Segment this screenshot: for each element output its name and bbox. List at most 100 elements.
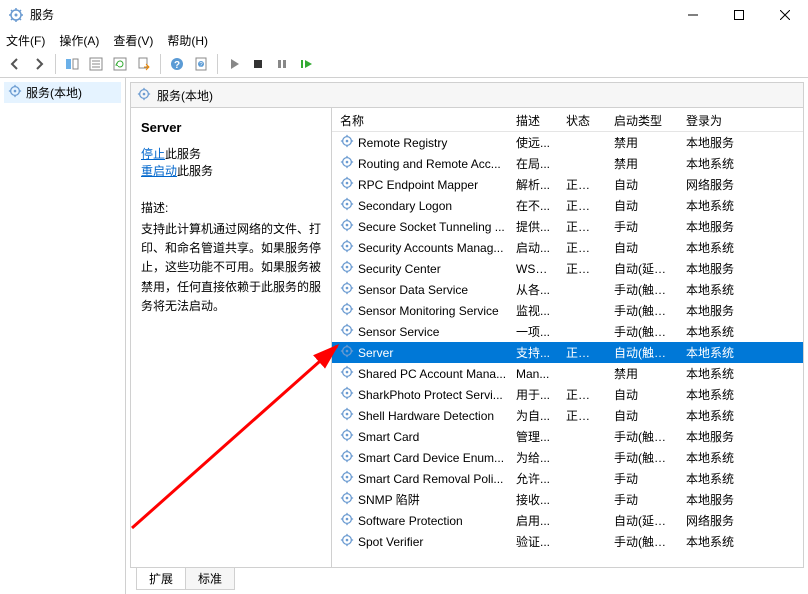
service-name: Security Accounts Manag... <box>358 241 503 255</box>
service-row[interactable]: Shell Hardware Detection为自...正在...自动本地系统 <box>332 405 803 426</box>
tab-standard[interactable]: 标准 <box>185 568 235 590</box>
restart-service-button[interactable] <box>295 53 317 75</box>
start-service-button[interactable] <box>223 53 245 75</box>
service-row[interactable]: Secondary Logon在不...正在...自动本地系统 <box>332 195 803 216</box>
service-desc: Man... <box>508 367 558 381</box>
main-area: 服务(本地) 服务(本地) Server 停止此服务 重启动此服务 描述: 支持… <box>0 78 808 594</box>
service-row[interactable]: Security CenterWSC...正在...自动(延迟...本地服务 <box>332 258 803 279</box>
service-startup: 禁用 <box>606 365 678 382</box>
col-startup[interactable]: 启动类型 <box>606 108 678 131</box>
service-startup: 自动 <box>606 176 678 193</box>
separator <box>55 54 56 74</box>
service-startup: 禁用 <box>606 155 678 172</box>
service-logon: 本地系统 <box>678 155 748 172</box>
service-row[interactable]: Smart Card Device Enum...为给...手动(触发...本地… <box>332 447 803 468</box>
gear-icon <box>340 281 354 298</box>
service-logon: 网络服务 <box>678 512 748 529</box>
service-desc: 提供... <box>508 218 558 235</box>
gear-icon <box>340 512 354 529</box>
service-desc: 验证... <box>508 533 558 550</box>
service-desc: 监视... <box>508 302 558 319</box>
back-button[interactable] <box>4 53 26 75</box>
tree-root-services[interactable]: 服务(本地) <box>4 82 121 103</box>
service-logon: 本地服务 <box>678 302 748 319</box>
col-logon[interactable]: 登录为 <box>678 108 748 131</box>
service-row[interactable]: Sensor Monitoring Service监视...手动(触发...本地… <box>332 300 803 321</box>
service-logon: 本地系统 <box>678 407 748 424</box>
close-button[interactable] <box>762 0 808 30</box>
help-topics-button[interactable]: ? <box>190 53 212 75</box>
export-button[interactable] <box>133 53 155 75</box>
service-row[interactable]: Sensor Service 一项... 手动(触发...本地系统 <box>332 321 803 342</box>
description-label: 描述: <box>141 199 321 216</box>
service-row[interactable]: Routing and Remote Acc...在局...禁用本地系统 <box>332 153 803 174</box>
menu-view[interactable]: 查看(V) <box>113 32 153 49</box>
gear-icon <box>8 84 22 101</box>
service-logon: 本地系统 <box>678 344 748 361</box>
service-name: Secondary Logon <box>358 199 452 213</box>
service-desc: 一项... <box>508 323 558 340</box>
pane-body: Server 停止此服务 重启动此服务 描述: 支持此计算机通过网络的文件、打印… <box>130 108 804 568</box>
service-logon: 本地系统 <box>678 386 748 403</box>
service-row[interactable]: Security Accounts Manag...启动...正在...自动本地… <box>332 237 803 258</box>
service-name: Shell Hardware Detection <box>358 409 494 423</box>
stop-service-button[interactable] <box>247 53 269 75</box>
tab-extended[interactable]: 扩展 <box>136 568 186 590</box>
gear-icon <box>340 386 354 403</box>
refresh-button[interactable] <box>109 53 131 75</box>
service-row[interactable]: Server支持...正在...自动(触发...本地系统 <box>332 342 803 363</box>
service-logon: 本地系统 <box>678 533 748 550</box>
gear-icon <box>340 302 354 319</box>
service-row[interactable]: Remote Registry使远...禁用本地服务 <box>332 132 803 153</box>
stop-link[interactable]: 停止 <box>141 147 165 161</box>
service-row[interactable]: Software Protection启用...自动(延迟...网络服务 <box>332 510 803 531</box>
maximize-button[interactable] <box>716 0 762 30</box>
service-row[interactable]: Sensor Data Service从各...手动(触发...本地系统 <box>332 279 803 300</box>
service-row[interactable]: Shared PC Account Mana...Man...禁用本地系统 <box>332 363 803 384</box>
service-status: 正在... <box>558 239 606 256</box>
service-logon: 本地系统 <box>678 365 748 382</box>
service-logon: 本地系统 <box>678 323 748 340</box>
service-startup: 自动 <box>606 239 678 256</box>
svg-text:?: ? <box>174 60 180 71</box>
separator <box>160 54 161 74</box>
col-desc[interactable]: 描述 <box>508 108 558 131</box>
menu-help[interactable]: 帮助(H) <box>167 32 208 49</box>
service-desc: 启动... <box>508 239 558 256</box>
col-status[interactable]: 状态 <box>558 108 606 131</box>
service-row[interactable]: Smart Card管理...手动(触发...本地服务 <box>332 426 803 447</box>
service-row[interactable]: SNMP 陷阱接收...手动本地服务 <box>332 489 803 510</box>
service-status: 正在... <box>558 386 606 403</box>
menu-action[interactable]: 操作(A) <box>59 32 99 49</box>
properties-button[interactable] <box>85 53 107 75</box>
service-startup: 禁用 <box>606 134 678 151</box>
gear-icon <box>340 155 354 172</box>
service-name: Routing and Remote Acc... <box>358 157 501 171</box>
minimize-button[interactable] <box>670 0 716 30</box>
service-startup: 手动(触发... <box>606 281 678 298</box>
service-desc: WSC... <box>508 262 558 276</box>
col-name[interactable]: 名称 <box>332 108 508 131</box>
service-row[interactable]: Smart Card Removal Poli...允许...手动本地系统 <box>332 468 803 489</box>
service-name: Sensor Service <box>358 325 439 339</box>
service-row[interactable]: Spot Verifier验证...手动(触发...本地系统 <box>332 531 803 552</box>
service-name: Remote Registry <box>358 136 447 150</box>
service-startup: 手动(触发... <box>606 323 678 340</box>
pause-service-button[interactable] <box>271 53 293 75</box>
forward-button[interactable] <box>28 53 50 75</box>
restart-link[interactable]: 重启动 <box>141 164 177 178</box>
help-button[interactable]: ? <box>166 53 188 75</box>
show-hide-button[interactable] <box>61 53 83 75</box>
service-row[interactable]: SharkPhoto Protect Servi...用于...正在...自动本… <box>332 384 803 405</box>
list-body[interactable]: Remote Registry使远...禁用本地服务Routing and Re… <box>332 132 803 567</box>
service-name: Spot Verifier <box>358 535 423 549</box>
service-startup: 自动(延迟... <box>606 512 678 529</box>
service-row[interactable]: RPC Endpoint Mapper解析...正在...自动网络服务 <box>332 174 803 195</box>
tree-pane: 服务(本地) <box>0 78 126 594</box>
window-controls <box>670 0 808 30</box>
menu-file[interactable]: 文件(F) <box>6 32 45 49</box>
service-status: 正在... <box>558 260 606 277</box>
gear-icon <box>340 197 354 214</box>
service-row[interactable]: Secure Socket Tunneling ...提供...正在...手动本… <box>332 216 803 237</box>
service-name: Smart Card Device Enum... <box>358 451 504 465</box>
